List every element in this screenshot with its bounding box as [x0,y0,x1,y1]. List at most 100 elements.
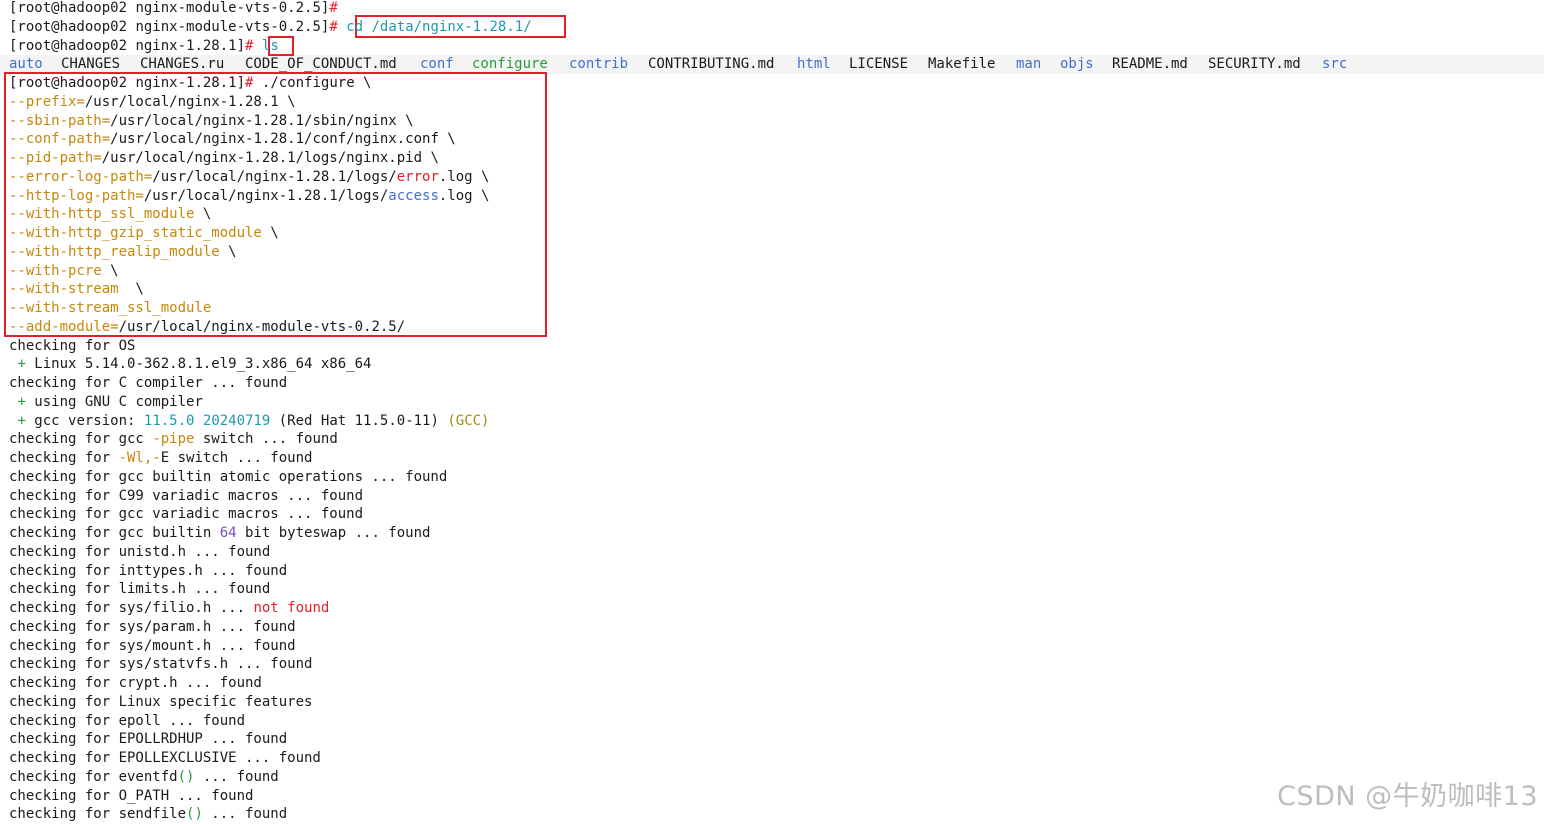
output-segment: 11.5.0 20240719 [143,412,271,429]
output-segment: checking for gcc variadic macros ... fou… [9,506,364,523]
configure-value: \ [219,243,237,260]
prompt-dir: nginx-module-vts-0.2.5] [135,0,330,16]
configure-value: /usr/local/nginx-module-vts-0.2.5/ [118,318,406,335]
configure-flag: --pid-path= [9,150,102,166]
output-line: checking for Linux specific features [9,693,312,712]
output-line: checking for EPOLLRDHUP ... found [9,730,287,749]
output-line: checking for sys/mount.h ... found [9,637,296,656]
output-line: checking for C compiler ... found [9,374,287,393]
configure-option-line: --sbin-path=/usr/local/nginx-1.28.1/sbin… [9,112,414,131]
configure-option-line: --http-log-path=/usr/local/nginx-1.28.1/… [9,187,489,206]
configure-option-line: --error-log-path=/usr/local/nginx-1.28.1… [9,168,489,187]
output-segment: checking for C compiler ... found [9,375,288,391]
output-line: checking for C99 variadic macros ... fou… [9,487,363,506]
ls-entry-man: man [1016,56,1042,73]
output-segment: () [177,768,195,785]
configure-flag: --with-stream_ssl_module [9,300,212,316]
output-line: + using GNU C compiler [9,393,202,412]
configure-option-line: --with-http_ssl_module \ [9,205,211,224]
configure-value-highlight: access [388,187,439,204]
output-line: checking for limits.h ... found [9,580,270,599]
output-segment: checking for sys/filio.h ... [9,600,254,616]
output-line: checking for sys/filio.h ... not found [9,599,329,618]
prompt-user: [root@hadoop02 [9,37,128,54]
ls-entry-makefile: Makefile [928,56,996,73]
ls-entry-auto: auto [9,56,43,73]
prompt-dir: nginx-1.28.1] [135,75,246,91]
output-line: checking for sendfile() ... found [9,805,287,824]
configure-value: \ [194,206,212,223]
configure-value: /usr/local/nginx-1.28.1/logs/ [152,168,397,185]
output-segment: E switch ... found [160,450,313,466]
ls-entry-code-of-conduct-md: CODE_OF_CONDUCT.md [245,56,397,73]
prompt-dir: nginx-1.28.1] [135,37,246,54]
ls-entry-security-md: SECURITY.md [1208,56,1301,73]
ls-entry-html: html [797,56,831,73]
prompt-line: [root@hadoop02 nginx-1.28.1]# ls [9,37,279,56]
output-segment: checking for eventfd [9,768,178,785]
output-segment: checking for sys/param.h ... found [9,618,296,635]
configure-option-line: --with-stream \ [9,280,144,299]
configure-cmd: ./configure \ [261,75,372,91]
output-segment: checking for unistd.h ... found [9,543,271,560]
configure-command-line: [root@hadoop02 nginx-1.28.1]# ./configur… [9,74,371,93]
configure-option-line: --with-stream_ssl_module [9,299,211,318]
output-segment: + [17,393,26,410]
ls-entry-objs: objs [1060,56,1094,73]
output-segment: + [17,412,26,429]
ls-entry-src: src [1322,56,1348,73]
output-segment: Linux 5.14.0-362.8.1.el9_3.x86_64 x86_64 [25,356,372,373]
configure-option-line: --pid-path=/usr/local/nginx-1.28.1/logs/… [9,149,439,168]
prompt-user: [root@hadoop02 [9,0,128,16]
configure-option-line: --conf-path=/usr/local/nginx-1.28.1/conf… [9,130,456,149]
prompt-dir: nginx-module-vts-0.2.5] [135,18,330,35]
output-line: checking for epoll ... found [9,712,245,731]
output-segment: checking for crypt.h ... found [9,675,262,691]
output-segment: checking for sys/statvfs.h ... found [9,656,313,673]
configure-flag: --with-stream [9,281,119,298]
prompt-line: [root@hadoop02 nginx-module-vts-0.2.5]# … [9,18,532,37]
ls-entry-readme-md: README.md [1112,56,1188,73]
configure-value: /usr/local/nginx-1.28.1/logs/nginx.pid \ [101,150,439,166]
output-segment: checking for EPOLLRDHUP ... found [9,731,288,748]
ls-entry-contrib: contrib [569,56,629,73]
output-segment: ... found [194,768,279,785]
configure-value: \ [261,225,279,241]
output-line: checking for EPOLLEXCLUSIVE ... found [9,749,321,768]
configure-flag: --with-http_ssl_module [9,206,195,223]
ls-entry-configure: configure [472,56,548,73]
ls-entry-conf: conf [420,56,454,73]
prompt-line: [root@hadoop02 nginx-module-vts-0.2.5]# [9,0,338,18]
output-segment: checking for gcc [9,431,153,448]
output-line: checking for OS [9,337,135,356]
terminal-window[interactable]: [root@hadoop02 nginx-module-vts-0.2.5]#[… [0,0,1544,823]
configure-value: /usr/local/nginx-1.28.1/logs/ [143,187,389,204]
configure-value: /usr/local/nginx-1.28.1 \ [84,93,296,110]
output-segment: checking for epoll ... found [9,712,246,729]
configure-flag: --error-log-path= [9,168,153,185]
watermark: CSDN @牛奶咖啡13 [1277,781,1538,812]
output-line: + gcc version: 11.5.0 20240719 (Red Hat … [9,412,489,431]
output-line: checking for inttypes.h ... found [9,562,287,581]
output-segment: checking for C99 variadic macros ... fou… [9,487,364,504]
output-line: checking for gcc -pipe switch ... found [9,430,338,449]
output-line: checking for unistd.h ... found [9,543,270,562]
output-line: checking for -Wl,-E switch ... found [9,449,312,468]
configure-value: /usr/local/nginx-1.28.1/conf/nginx.conf … [110,131,456,148]
configure-flag: --prefix= [9,93,85,110]
configure-flag: --with-http_gzip_static_module [9,225,262,241]
configure-option-line: --prefix=/usr/local/nginx-1.28.1 \ [9,93,296,112]
output-segment: checking for limits.h ... found [9,581,271,598]
ls-output-line: auto CHANGES CHANGES.ru CODE_OF_CONDUCT.md c… [9,55,1362,74]
configure-flag: --sbin-path= [9,112,111,129]
ls-entry-contributing-md: CONTRIBUTING.md [648,56,775,73]
output-segment: checking for gcc builtin [9,525,220,541]
output-segment: 64 [219,525,237,541]
output-line: checking for sys/statvfs.h ... found [9,655,312,674]
output-segment: checking for [9,450,119,466]
output-line: + Linux 5.14.0-362.8.1.el9_3.x86_64 x86_… [9,355,371,374]
output-line: checking for gcc builtin 64 bit byteswap… [9,524,430,543]
output-segment: checking for O_PATH ... found [9,787,254,804]
